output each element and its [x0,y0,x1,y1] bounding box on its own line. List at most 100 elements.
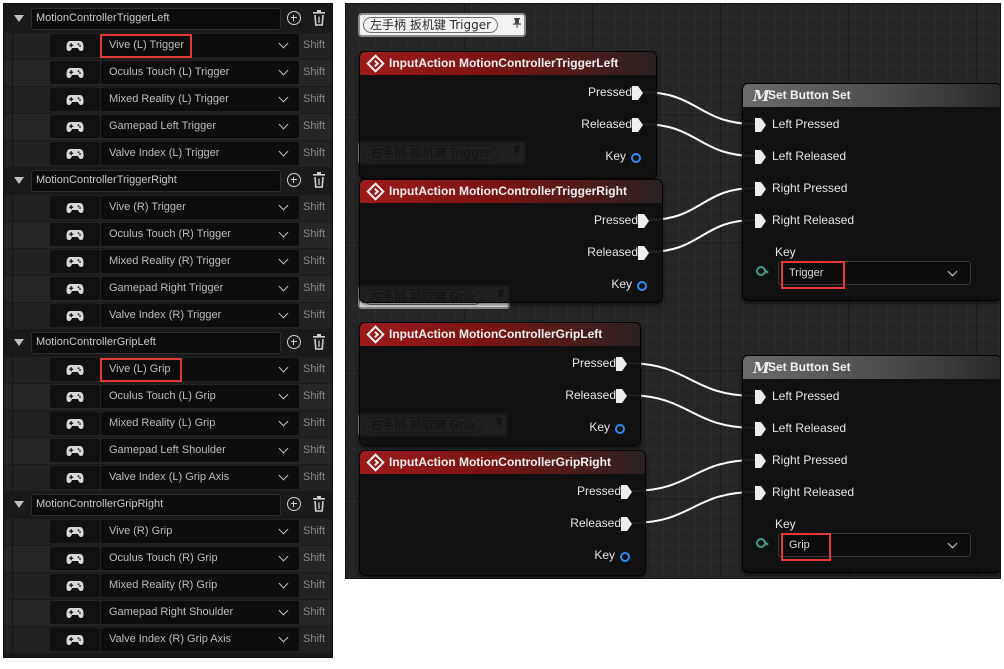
blueprint-graph[interactable]: 左手柄 扳机键 Trigger右手柄 扳机键 Trigger左手柄 抓取键 Gr… [345,3,1001,579]
key-select-dropdown[interactable]: Oculus Touch (L) Grip [101,385,299,408]
input-device-button[interactable] [50,385,100,408]
key-output-pin[interactable] [637,281,647,291]
key-select-dropdown[interactable]: Valve Index (R) Grip Axis [101,628,299,651]
collapse-arrow-icon[interactable] [14,501,24,508]
exec-input-pin[interactable] [755,118,766,132]
action-name-field[interactable]: MotionControllerTriggerRight [31,170,281,192]
key-select-dropdown[interactable]: Vive (R) Grip [101,520,299,543]
input-device-button[interactable] [50,547,100,570]
shift-modifier-toggle[interactable]: Shift [303,579,325,591]
input-device-button[interactable] [50,520,100,543]
exec-wire[interactable] [641,91,756,125]
trash-icon[interactable] [312,172,326,188]
shift-modifier-toggle[interactable]: Shift [303,471,325,483]
input-device-button[interactable] [50,61,100,84]
key-output-pin[interactable] [620,552,630,562]
add-circle-icon[interactable] [287,335,301,349]
input-device-button[interactable] [50,88,100,111]
exec-output-pin[interactable] [621,485,632,499]
shift-modifier-toggle[interactable]: Shift [303,363,325,375]
set-button-set-node[interactable]: M Set Button Set Left Pressed Left Released… [742,355,1000,573]
key-select-dropdown[interactable]: Valve Index (R) Trigger [101,304,299,327]
shift-modifier-toggle[interactable]: Shift [303,633,325,645]
exec-wire[interactable] [625,394,756,429]
comment-bubble[interactable]: 左手柄 扳机键 Trigger [358,13,526,37]
collapse-arrow-icon[interactable] [14,15,24,22]
exec-wire[interactable] [647,187,756,221]
input-action-node[interactable]: InputAction MotionControllerTriggerLeft P… [359,51,657,179]
exec-wire[interactable] [641,123,756,157]
input-device-button[interactable] [50,601,100,624]
input-device-button[interactable] [50,277,100,300]
collapse-arrow-icon[interactable] [14,339,24,346]
action-name-field[interactable]: MotionControllerTriggerLeft [31,8,281,30]
key-output-pin[interactable] [615,424,625,434]
pin-icon[interactable] [513,17,521,28]
exec-output-pin[interactable] [638,246,649,260]
shift-modifier-toggle[interactable]: Shift [303,201,325,213]
key-input-pin[interactable] [756,266,769,276]
shift-modifier-toggle[interactable]: Shift [303,309,325,321]
action-name-field[interactable]: MotionControllerGripRight [31,494,281,516]
set-button-set-node[interactable]: M Set Button Set Left Pressed Left Released… [742,83,1000,301]
key-select-dropdown[interactable]: Oculus Touch (R) Grip [101,547,299,570]
shift-modifier-toggle[interactable]: Shift [303,282,325,294]
shift-modifier-toggle[interactable]: Shift [303,255,325,267]
exec-input-pin[interactable] [755,182,766,196]
key-output-pin[interactable] [631,153,641,163]
shift-modifier-toggle[interactable]: Shift [303,120,325,132]
key-select-dropdown[interactable]: Mixed Reality (L) Grip [101,412,299,435]
input-device-button[interactable] [50,142,100,165]
key-select-dropdown[interactable]: Oculus Touch (L) Trigger [101,61,299,84]
key-select-dropdown[interactable]: Gamepad Left Shoulder [101,439,299,462]
exec-input-pin[interactable] [755,454,766,468]
input-device-button[interactable] [50,196,100,219]
input-action-node[interactable]: InputAction MotionControllerTriggerRight… [359,179,663,303]
exec-input-pin[interactable] [755,390,766,404]
input-action-node[interactable]: InputAction MotionControllerGripRight Pre… [359,450,646,576]
shift-modifier-toggle[interactable]: Shift [303,606,325,618]
exec-output-pin[interactable] [616,389,627,403]
key-select-dropdown[interactable]: Oculus Touch (R) Trigger [101,223,299,246]
key-select-dropdown[interactable]: Mixed Reality (R) Grip [101,574,299,597]
input-device-button[interactable] [50,412,100,435]
collapse-arrow-icon[interactable] [14,177,24,184]
shift-modifier-toggle[interactable]: Shift [303,552,325,564]
exec-input-pin[interactable] [755,150,766,164]
trash-icon[interactable] [312,334,326,350]
add-circle-icon[interactable] [287,173,301,187]
input-device-button[interactable] [50,115,100,138]
input-device-button[interactable] [50,466,100,489]
key-select-dropdown[interactable]: Gamepad Right Trigger [101,277,299,300]
key-input-pin[interactable] [756,538,769,548]
exec-output-pin[interactable] [632,86,643,100]
shift-modifier-toggle[interactable]: Shift [303,147,325,159]
key-select-dropdown[interactable]: Mixed Reality (L) Trigger [101,88,299,111]
shift-modifier-toggle[interactable]: Shift [303,444,325,456]
action-name-field[interactable]: MotionControllerGripLeft [31,332,281,354]
key-select-dropdown[interactable]: Gamepad Left Trigger [101,115,299,138]
shift-modifier-toggle[interactable]: Shift [303,525,325,537]
trash-icon[interactable] [312,496,326,512]
exec-input-pin[interactable] [755,486,766,500]
key-select-dropdown[interactable]: Mixed Reality (R) Trigger [101,250,299,273]
trash-icon[interactable] [312,10,326,26]
input-device-button[interactable] [50,358,100,381]
exec-output-pin[interactable] [616,357,627,371]
input-device-button[interactable] [50,34,100,57]
exec-input-pin[interactable] [755,422,766,436]
key-select-dropdown[interactable]: Gamepad Right Shoulder [101,601,299,624]
shift-modifier-toggle[interactable]: Shift [303,93,325,105]
shift-modifier-toggle[interactable]: Shift [303,66,325,78]
shift-modifier-toggle[interactable]: Shift [303,228,325,240]
input-device-button[interactable] [50,250,100,273]
exec-output-pin[interactable] [632,118,643,132]
input-device-button[interactable] [50,223,100,246]
input-device-button[interactable] [50,439,100,462]
exec-output-pin[interactable] [638,214,649,228]
shift-modifier-toggle[interactable]: Shift [303,417,325,429]
exec-output-pin[interactable] [621,517,632,531]
input-device-button[interactable] [50,628,100,651]
shift-modifier-toggle[interactable]: Shift [303,39,325,51]
input-device-button[interactable] [50,574,100,597]
